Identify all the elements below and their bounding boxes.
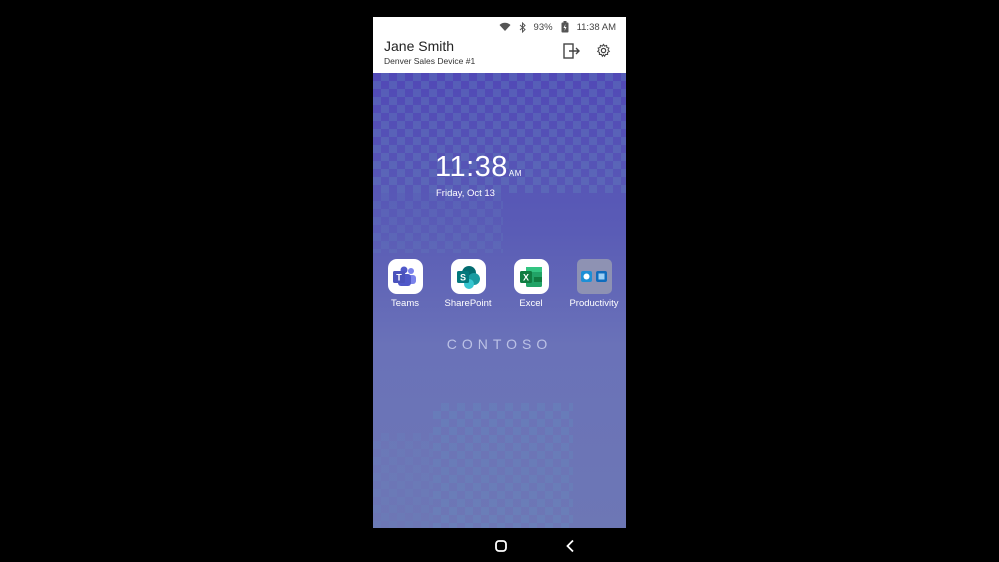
- gear-icon: [596, 43, 611, 63]
- svg-text:X: X: [523, 272, 529, 282]
- back-icon: [566, 539, 574, 553]
- managed-home-header: Jane Smith Denver Sales Device #1: [373, 37, 626, 74]
- wallpaper-pattern-bottom-left: [373, 433, 433, 528]
- svg-text:S: S: [460, 272, 466, 282]
- wallpaper-pattern-bottom: [433, 403, 573, 528]
- svg-text:T: T: [396, 272, 402, 282]
- status-time: 11:38 AM: [576, 21, 616, 33]
- clock-ampm: AM: [508, 169, 522, 178]
- bluetooth-icon: [519, 21, 526, 33]
- app-label: Excel: [519, 298, 543, 309]
- navigation-bar: [373, 530, 626, 562]
- app-label: Teams: [391, 298, 419, 309]
- app-label: Productivity: [569, 298, 619, 309]
- home-clock: 11:38AM: [435, 151, 522, 184]
- app-teams[interactable]: T Teams: [373, 259, 437, 309]
- wallpaper-brand-text: CONTOSO: [446, 336, 553, 352]
- folder-icon: [576, 259, 612, 294]
- app-label: SharePoint: [444, 298, 492, 309]
- clock-time: 11:38: [435, 151, 508, 183]
- home-button[interactable]: [494, 539, 508, 558]
- status-bar: 93% 11:38 AM: [373, 17, 626, 37]
- app-sharepoint[interactable]: S SharePoint: [436, 259, 500, 309]
- teams-icon: T: [387, 259, 423, 294]
- sign-out-button[interactable]: [562, 42, 582, 64]
- app-excel[interactable]: X Excel: [499, 259, 563, 309]
- settings-button[interactable]: [593, 43, 613, 63]
- device-name: Denver Sales Device #1: [384, 56, 476, 66]
- home-date: Friday, Oct 13: [436, 188, 495, 199]
- sharepoint-icon: S: [450, 259, 486, 294]
- user-name: Jane Smith: [384, 38, 455, 54]
- sign-out-icon: [563, 42, 581, 64]
- wallpaper-pattern-middle: [373, 193, 503, 253]
- excel-icon: X: [513, 259, 549, 294]
- battery-percent: 93%: [533, 21, 553, 33]
- back-button[interactable]: [565, 539, 575, 558]
- app-folder-productivity[interactable]: Productivity: [562, 259, 626, 309]
- home-icon: [495, 540, 507, 552]
- wifi-icon: [499, 22, 511, 32]
- phone-screen: 93% 11:38 AM Jane Smith Denver Sales Dev…: [373, 17, 626, 528]
- battery-charging-icon: [561, 21, 569, 33]
